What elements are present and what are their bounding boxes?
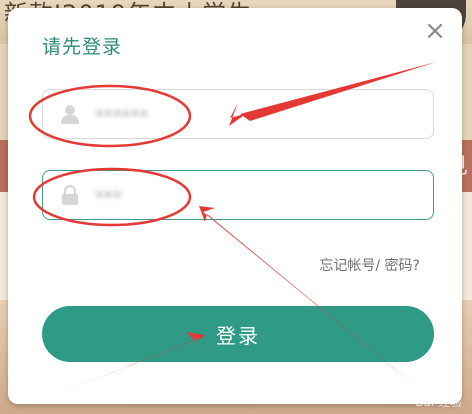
username-field[interactable]: •••••• bbox=[42, 89, 434, 139]
password-field[interactable]: ••• bbox=[42, 170, 434, 220]
user-icon bbox=[59, 103, 81, 125]
login-button[interactable]: 登录 bbox=[42, 306, 434, 362]
close-button[interactable]: × bbox=[422, 18, 448, 44]
lock-icon bbox=[59, 184, 81, 206]
forgot-account-link[interactable]: 忘记帐号/ 密码? bbox=[319, 255, 420, 275]
login-dialog: × 请先登录 •••••• ••• 忘记帐号/ 密码? 登录 bbox=[8, 8, 462, 404]
dialog-title: 请先登录 bbox=[42, 36, 123, 58]
password-value: ••• bbox=[95, 186, 122, 204]
username-value: •••••• bbox=[95, 105, 149, 123]
watermark: Bai 经验 bbox=[415, 395, 462, 409]
